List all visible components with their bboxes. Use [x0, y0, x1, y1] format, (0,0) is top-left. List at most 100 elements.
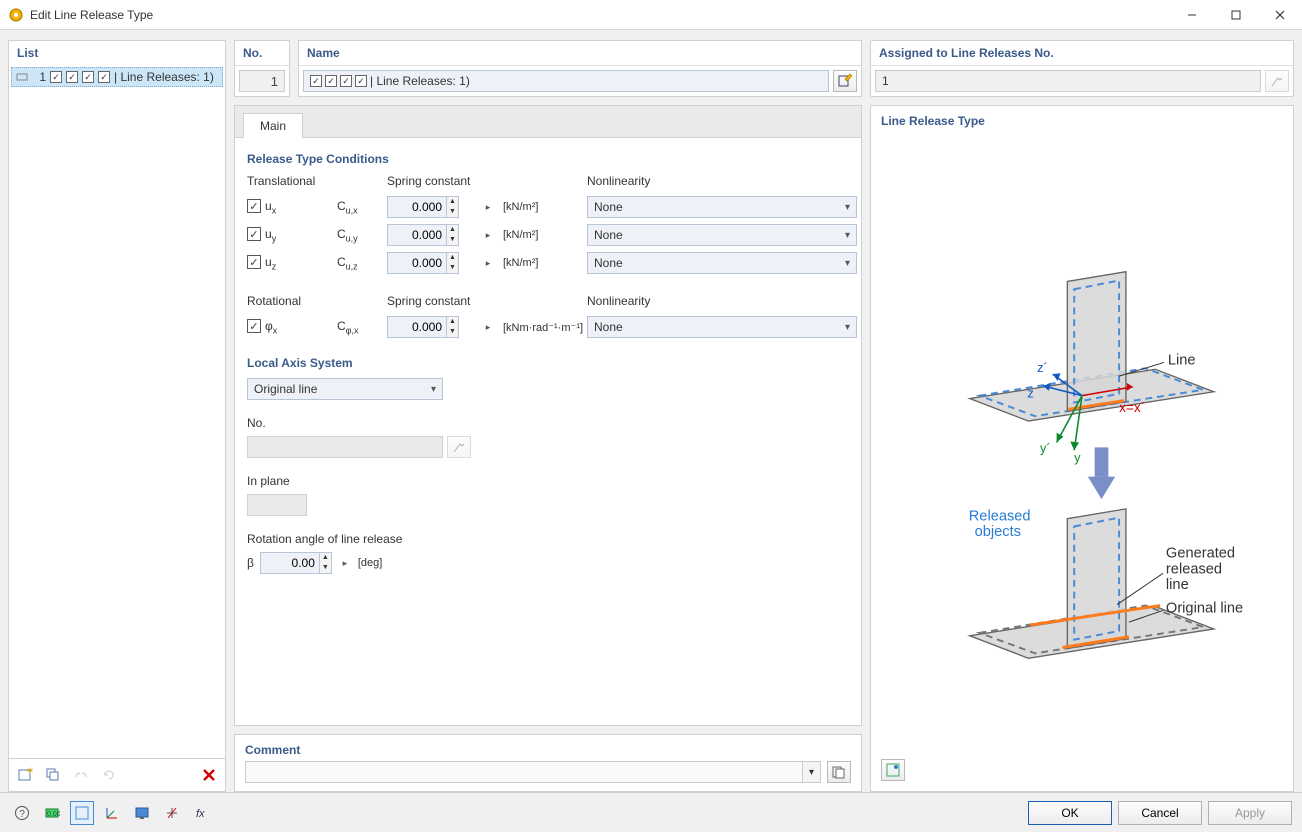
view-button[interactable] [70, 801, 94, 825]
cuy-label: Cu,y [337, 227, 383, 243]
cuz-label: Cu,z [337, 255, 383, 271]
minimize-button[interactable] [1170, 0, 1214, 30]
name-input[interactable]: ✓ ✓ ✓ ✓ | Line Releases: 1) [303, 70, 829, 92]
cux-menu[interactable]: ▸ [481, 196, 495, 218]
copy-item-button[interactable] [41, 763, 65, 787]
cux-input[interactable] [387, 196, 447, 218]
svg-text:✶: ✶ [26, 767, 33, 777]
svg-text:z´: z´ [1037, 361, 1048, 375]
comment-dropdown[interactable]: ▾ [803, 761, 821, 783]
maximize-button[interactable] [1214, 0, 1258, 30]
check-icon: ✓ [355, 75, 367, 87]
diagram-panel: Line Release Type [870, 105, 1294, 792]
check-icon: ✓ [50, 71, 62, 83]
local-axis-select[interactable]: Original line▾ [247, 378, 443, 400]
no-input[interactable] [239, 70, 285, 92]
cux-unit: [kN/m²] [503, 201, 583, 213]
spinner-buttons[interactable]: ▲▼ [320, 552, 332, 574]
no-panel: No. [234, 40, 290, 97]
name-panel: Name ✓ ✓ ✓ ✓ | Line Releases: 1) [298, 40, 862, 97]
check-icon: ✓ [98, 71, 110, 83]
refresh-button[interactable] [97, 763, 121, 787]
comment-library-button[interactable] [827, 761, 851, 783]
spinner-buttons[interactable]: ▲▼ [447, 316, 459, 338]
ok-button[interactable]: OK [1028, 801, 1112, 825]
cux-label: Cu,x [337, 199, 383, 215]
cancel-button[interactable]: Cancel [1118, 801, 1202, 825]
uy-checkbox[interactable]: ✓ [247, 227, 261, 241]
cuy-unit: [kN/m²] [503, 229, 583, 241]
nonlinearity-header: Nonlinearity [587, 174, 857, 188]
delete-button[interactable] [197, 763, 221, 787]
check-icon: ✓ [310, 75, 322, 87]
coord-button[interactable] [160, 801, 184, 825]
app-icon [8, 7, 24, 23]
item-icon [16, 71, 28, 83]
beta-unit: [deg] [358, 557, 382, 569]
uy-label: uy [265, 227, 276, 241]
svg-text:Generated: Generated [1166, 546, 1235, 562]
pick-line-button[interactable] [447, 436, 471, 458]
tab-main[interactable]: Main [243, 113, 303, 138]
display-button[interactable] [130, 801, 154, 825]
ux-nonlinearity-select[interactable]: None▾ [587, 196, 857, 218]
list-item-num: 1 [32, 70, 46, 84]
ux-label: ux [265, 199, 276, 213]
titlebar: Edit Line Release Type [0, 0, 1302, 30]
svg-text:z: z [1027, 387, 1033, 401]
axes-button[interactable] [100, 801, 124, 825]
list-item[interactable]: 1 ✓ ✓ ✓ ✓ | Line Releases: 1) [11, 67, 223, 87]
diagram-area: Line x=x´ z´ z y´ y [877, 130, 1287, 755]
svg-text:?: ? [19, 809, 25, 820]
beta-symbol: β [247, 556, 254, 570]
cphix-menu[interactable]: ▸ [481, 316, 495, 338]
window-title: Edit Line Release Type [30, 8, 1170, 22]
list-item-label: | Line Releases: 1) [114, 70, 214, 84]
beta-input[interactable] [260, 552, 320, 574]
rotation-label: Rotation angle of line release [247, 532, 849, 546]
beta-menu[interactable]: ▸ [338, 552, 352, 574]
tabstrip: Main [235, 106, 861, 138]
cuy-menu[interactable]: ▸ [481, 224, 495, 246]
spinner-buttons[interactable]: ▲▼ [447, 196, 459, 218]
svg-text:fx: fx [196, 808, 205, 820]
sidebar-toolbar: ✶ [8, 759, 226, 792]
diagram-options-button[interactable] [881, 759, 905, 781]
assigned-value: 1 [875, 70, 1261, 92]
spinner-buttons[interactable]: ▲▼ [447, 252, 459, 274]
translational-header: Translational [247, 174, 333, 188]
check-icon: ✓ [82, 71, 94, 83]
apply-button[interactable]: Apply [1208, 801, 1292, 825]
uz-checkbox[interactable]: ✓ [247, 255, 261, 269]
units-button[interactable]: 0.00 [40, 801, 64, 825]
cuy-input[interactable] [387, 224, 447, 246]
assigned-header: Assigned to Line Releases No. [871, 41, 1293, 66]
cuz-menu[interactable]: ▸ [481, 252, 495, 274]
link-button[interactable] [69, 763, 93, 787]
svg-text:y´: y´ [1040, 441, 1051, 455]
cphix-input[interactable] [387, 316, 447, 338]
svg-text:Released: Released [969, 509, 1031, 525]
function-button[interactable]: fx [190, 801, 214, 825]
svg-text:Line: Line [1168, 352, 1196, 368]
release-conditions-title: Release Type Conditions [247, 152, 849, 166]
phix-nonlinearity-select[interactable]: None▾ [587, 316, 857, 338]
new-item-button[interactable]: ✶ [13, 763, 37, 787]
close-button[interactable] [1258, 0, 1302, 30]
list-header: List [9, 41, 225, 65]
nonlinearity-header-2: Nonlinearity [587, 294, 857, 308]
uz-nonlinearity-select[interactable]: None▾ [587, 252, 857, 274]
ux-checkbox[interactable]: ✓ [247, 199, 261, 213]
local-axis-title: Local Axis System [247, 356, 849, 370]
cuz-input[interactable] [387, 252, 447, 274]
comment-input[interactable] [245, 761, 803, 783]
uy-nonlinearity-select[interactable]: None▾ [587, 224, 857, 246]
pick-assigned-button[interactable] [1265, 70, 1289, 92]
svg-text:line: line [1166, 577, 1189, 593]
spinner-buttons[interactable]: ▲▼ [447, 224, 459, 246]
svg-text:objects: objects [975, 524, 1021, 540]
name-header: Name [299, 41, 861, 66]
phix-checkbox[interactable]: ✓ [247, 319, 261, 333]
help-button[interactable]: ? [10, 801, 34, 825]
edit-name-button[interactable] [833, 70, 857, 92]
